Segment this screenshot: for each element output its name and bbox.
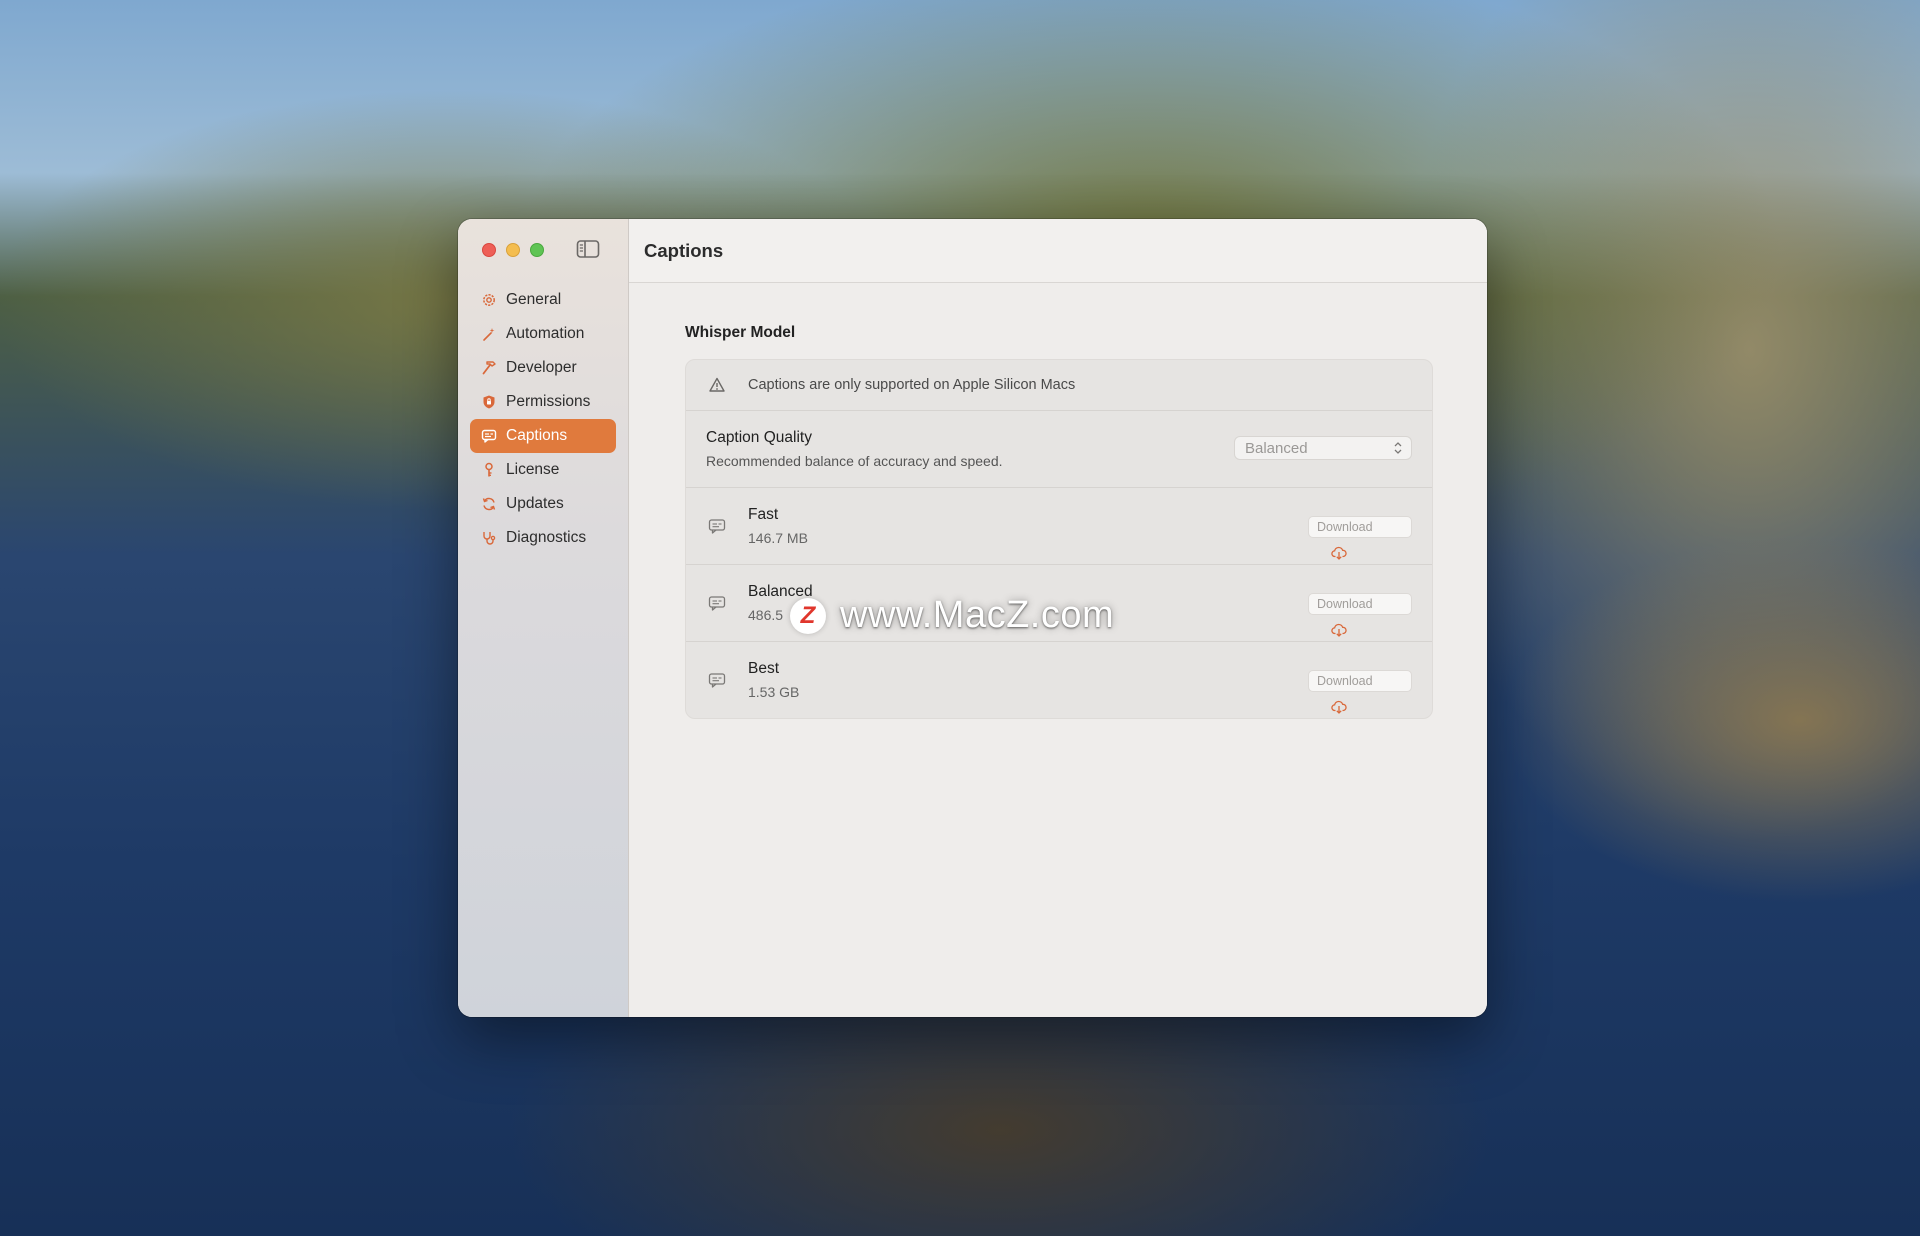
sidebar-item-captions[interactable]: Captions (470, 419, 616, 453)
sidebar-item-label: License (506, 461, 560, 478)
sidebar-item-label: Developer (506, 359, 577, 376)
sidebar-nav: General Automation Developer Permissions (470, 283, 616, 555)
model-name: Fast (748, 506, 779, 523)
refresh-icon (480, 495, 498, 513)
stethoscope-icon (480, 529, 498, 547)
model-name: Balanced (748, 583, 813, 600)
download-label: Download (1317, 597, 1373, 611)
warning-triangle-icon (708, 376, 726, 394)
close-window-button[interactable] (482, 243, 496, 257)
model-size: 486.5 (748, 607, 784, 623)
hammer-icon (480, 359, 498, 377)
cloud-download-icon (1331, 700, 1347, 714)
caption-quality-row: Caption Quality Recommended balance of a… (686, 411, 1432, 488)
sidebar-item-label: Captions (506, 427, 568, 444)
model-size: 1.53 GB (748, 684, 800, 700)
zoom-window-button[interactable] (530, 243, 544, 257)
download-button-balanced[interactable]: Download (1308, 593, 1412, 637)
caption-bubble-icon (708, 517, 726, 535)
caption-quality-value: Balanced (1245, 439, 1308, 457)
sidebar-item-label: Permissions (506, 393, 591, 410)
page-title: Captions (644, 239, 724, 261)
sidebar-item-general[interactable]: General (470, 283, 616, 317)
titlebar: Captions (629, 219, 1487, 283)
cloud-download-icon (1331, 546, 1347, 560)
sidebar-item-license[interactable]: License (470, 453, 616, 487)
caption-bubble-icon (480, 427, 498, 445)
download-label: Download (1317, 674, 1373, 688)
model-row-fast: Fast 146.7 MB Download (686, 488, 1432, 565)
sidebar-item-label: Diagnostics (506, 529, 587, 546)
cloud-download-icon (1331, 623, 1347, 637)
caption-quality-label: Caption Quality (706, 429, 812, 446)
sidebar-item-updates[interactable]: Updates (470, 487, 616, 521)
sidebar-item-diagnostics[interactable]: Diagnostics (470, 521, 616, 555)
key-icon (480, 461, 498, 479)
caption-bubble-icon (708, 594, 726, 612)
sidebar-item-permissions[interactable]: Permissions (470, 385, 616, 419)
section-title: Whisper Model (685, 324, 796, 341)
caption-bubble-icon (708, 671, 726, 689)
sidebar-item-label: Updates (506, 495, 564, 512)
gear-icon (480, 291, 498, 309)
sidebar-item-automation[interactable]: Automation (470, 317, 616, 351)
warning-text: Captions are only supported on Apple Sil… (748, 377, 1076, 393)
sidebar-toggle-icon[interactable] (576, 239, 600, 259)
model-name: Best (748, 660, 780, 677)
model-row-best: Best 1.53 GB Download (686, 642, 1432, 718)
main-pane: Captions Whisper Model Captions are only… (629, 219, 1487, 1017)
sidebar-item-label: Automation (506, 325, 585, 342)
window-controls (482, 243, 544, 257)
model-row-balanced: Balanced 486.5 Download (686, 565, 1432, 642)
sidebar-item-label: General (506, 291, 562, 308)
chevron-updown-icon (1393, 440, 1403, 456)
whisper-model-card: Captions are only supported on Apple Sil… (685, 359, 1433, 719)
caption-quality-description: Recommended balance of accuracy and spee… (706, 453, 1003, 469)
download-button-best[interactable]: Download (1308, 670, 1412, 714)
caption-quality-select[interactable]: Balanced (1234, 436, 1412, 460)
sidebar-item-developer[interactable]: Developer (470, 351, 616, 385)
warning-row: Captions are only supported on Apple Sil… (686, 360, 1432, 411)
shield-icon (480, 393, 498, 411)
settings-window: General Automation Developer Permissions (458, 219, 1487, 1017)
download-label: Download (1317, 520, 1373, 534)
download-button-fast[interactable]: Download (1308, 516, 1412, 560)
sidebar: General Automation Developer Permissions (458, 219, 629, 1017)
model-size: 146.7 MB (748, 530, 808, 546)
minimize-window-button[interactable] (506, 243, 520, 257)
wand-icon (480, 325, 498, 343)
